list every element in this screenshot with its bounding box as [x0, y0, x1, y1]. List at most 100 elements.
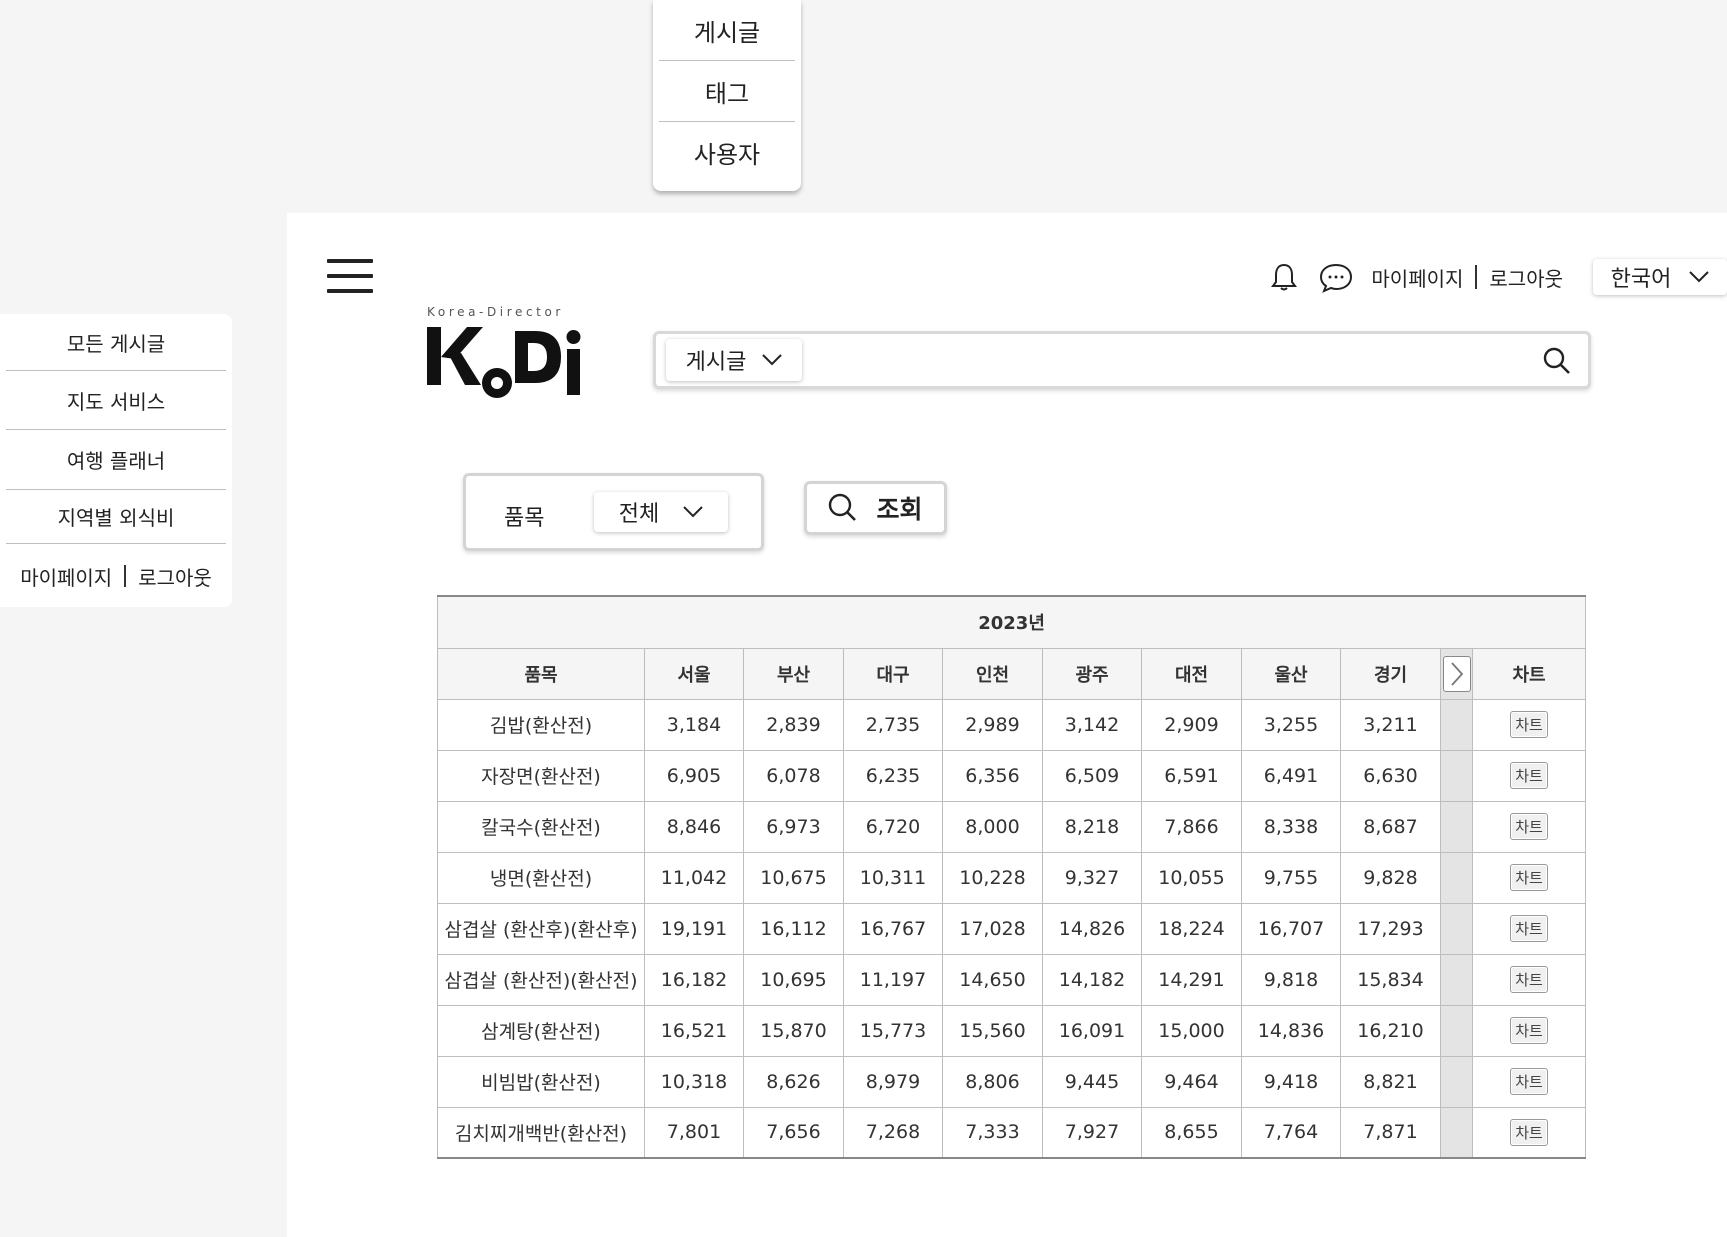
column-header: 서울 — [644, 647, 744, 700]
mypage-link[interactable]: 마이페이지 — [1371, 263, 1463, 292]
category-option-tags[interactable]: 태그 — [653, 61, 801, 121]
chat-icon[interactable] — [1317, 260, 1355, 294]
price-cell: 6,905 — [644, 749, 744, 802]
chevron-down-icon — [1689, 271, 1710, 283]
side-menu-item-regional-dining[interactable]: 지역별 외식비 — [0, 490, 232, 543]
price-cell: 8,806 — [942, 1055, 1043, 1108]
price-cell: 8,626 — [743, 1055, 844, 1108]
bell-icon[interactable] — [1267, 260, 1301, 294]
category-option-posts[interactable]: 게시글 — [653, 0, 801, 60]
price-cell: 8,979 — [843, 1055, 943, 1108]
chart-button[interactable]: 차트 — [1510, 1068, 1548, 1095]
price-cell: 16,707 — [1241, 902, 1341, 955]
item-select[interactable]: 전체 — [594, 492, 728, 532]
price-cell: 8,655 — [1141, 1106, 1242, 1159]
chart-button[interactable]: 차트 — [1510, 864, 1548, 891]
chart-cell: 차트 — [1471, 1004, 1587, 1057]
table-row: 김밥(환산전) 3,184 2,839 2,735 2,989 3,142 2,909 3,2… — [437, 698, 1587, 751]
price-cell: 6,509 — [1042, 749, 1142, 802]
chart-button[interactable]: 차트 — [1510, 711, 1548, 738]
price-cell: 7,927 — [1042, 1106, 1142, 1159]
price-cell: 14,182 — [1042, 953, 1142, 1006]
chart-button[interactable]: 차트 — [1510, 762, 1548, 789]
search-input[interactable] — [806, 338, 1528, 382]
price-cell: 6,720 — [843, 800, 943, 853]
chart-button[interactable]: 차트 — [1510, 813, 1548, 840]
price-cell: 2,735 — [843, 698, 943, 751]
logout-link[interactable]: 로그아웃 — [1489, 263, 1563, 292]
row-item-name: 김치찌개백반(환산전) — [437, 1106, 645, 1159]
price-cell: 10,228 — [942, 851, 1043, 904]
chart-cell: 차트 — [1471, 953, 1587, 1006]
price-cell: 11,197 — [843, 953, 943, 1006]
price-cell: 7,866 — [1141, 800, 1242, 853]
search-icon[interactable] — [1542, 346, 1572, 376]
chevron-down-icon — [762, 354, 783, 366]
side-mypage-link[interactable]: 마이페이지 — [20, 562, 112, 591]
query-button[interactable]: 조회 — [804, 481, 947, 535]
chevron-down-icon — [683, 506, 703, 518]
price-cell: 7,333 — [942, 1106, 1043, 1159]
price-cell: 15,560 — [942, 1004, 1043, 1057]
scroll-column-cell — [1440, 851, 1473, 904]
price-cell: 16,112 — [743, 902, 844, 955]
row-item-name: 자장면(환산전) — [437, 749, 645, 802]
column-header: 광주 — [1042, 647, 1142, 700]
chart-cell: 차트 — [1471, 698, 1587, 751]
logo-tagline: Korea-Director — [427, 305, 564, 319]
search-type-select[interactable]: 게시글 — [666, 339, 802, 381]
scroll-column-cell — [1440, 902, 1473, 955]
scroll-column-cell — [1440, 1055, 1473, 1108]
kodi-logo[interactable]: Korea-Director — [427, 305, 587, 405]
side-menu-item-all-posts[interactable]: 모든 게시글 — [0, 314, 232, 370]
price-cell: 2,839 — [743, 698, 844, 751]
row-item-name: 삼계탕(환산전) — [437, 1004, 645, 1057]
chart-button[interactable]: 차트 — [1510, 966, 1548, 993]
price-cell: 7,656 — [743, 1106, 844, 1159]
table-row: 비빔밥(환산전) 10,318 8,626 8,979 8,806 9,445 9,464 9… — [437, 1055, 1587, 1108]
price-cell: 15,834 — [1340, 953, 1441, 1006]
price-cell: 9,755 — [1241, 851, 1341, 904]
price-cell: 10,055 — [1141, 851, 1242, 904]
table-row: 김치찌개백반(환산전) 7,801 7,656 7,268 7,333 7,927 8,65… — [437, 1106, 1587, 1159]
hamburger-menu-icon[interactable] — [327, 259, 373, 293]
price-table-wrapper: 2023년 품목 서울 부산 대구 인천 광주 대전 울산 경기 차트 김밥(환… — [436, 595, 1587, 1159]
top-utility-bar: 마이페이지 로그아웃 한국어 — [1267, 257, 1727, 297]
query-button-label: 조회 — [876, 495, 923, 524]
price-cell: 6,973 — [743, 800, 844, 853]
side-menu-item-travel-planner[interactable]: 여행 플래너 — [0, 430, 232, 489]
chevron-right-icon[interactable] — [1442, 655, 1471, 692]
row-item-name: 칼국수(환산전) — [437, 800, 645, 853]
chart-button[interactable]: 차트 — [1510, 1017, 1548, 1044]
price-cell: 17,293 — [1340, 902, 1441, 955]
price-cell: 7,764 — [1241, 1106, 1341, 1159]
price-table: 2023년 품목 서울 부산 대구 인천 광주 대전 울산 경기 차트 김밥(환… — [436, 595, 1587, 1159]
price-cell: 14,650 — [942, 953, 1043, 1006]
price-cell: 7,871 — [1340, 1106, 1441, 1159]
price-cell: 17,028 — [942, 902, 1043, 955]
category-option-users[interactable]: 사용자 — [653, 122, 801, 182]
search-bar: 게시글 — [653, 331, 1591, 389]
price-cell: 9,327 — [1042, 851, 1142, 904]
price-cell: 3,184 — [644, 698, 744, 751]
scroll-column-cell — [1440, 749, 1473, 802]
price-cell: 2,989 — [942, 698, 1043, 751]
search-type-label: 게시글 — [685, 350, 747, 375]
price-cell: 11,042 — [644, 851, 744, 904]
price-cell: 15,773 — [843, 1004, 943, 1057]
scroll-column-cell — [1440, 1106, 1473, 1159]
price-cell: 19,191 — [644, 902, 744, 955]
side-logout-link[interactable]: 로그아웃 — [138, 562, 212, 591]
chart-button[interactable]: 차트 — [1510, 1118, 1548, 1146]
chart-button[interactable]: 차트 — [1510, 915, 1548, 942]
price-cell: 3,211 — [1340, 698, 1441, 751]
column-header: 품목 — [437, 647, 645, 700]
column-header: 울산 — [1241, 647, 1341, 700]
logo-mark — [427, 327, 581, 398]
language-select[interactable]: 한국어 — [1593, 259, 1727, 295]
price-cell: 2,909 — [1141, 698, 1242, 751]
side-menu-item-map-service[interactable]: 지도 서비스 — [0, 371, 232, 429]
table-year-header: 2023년 — [436, 595, 1587, 649]
price-cell: 15,000 — [1141, 1004, 1242, 1057]
price-cell: 9,445 — [1042, 1055, 1142, 1108]
